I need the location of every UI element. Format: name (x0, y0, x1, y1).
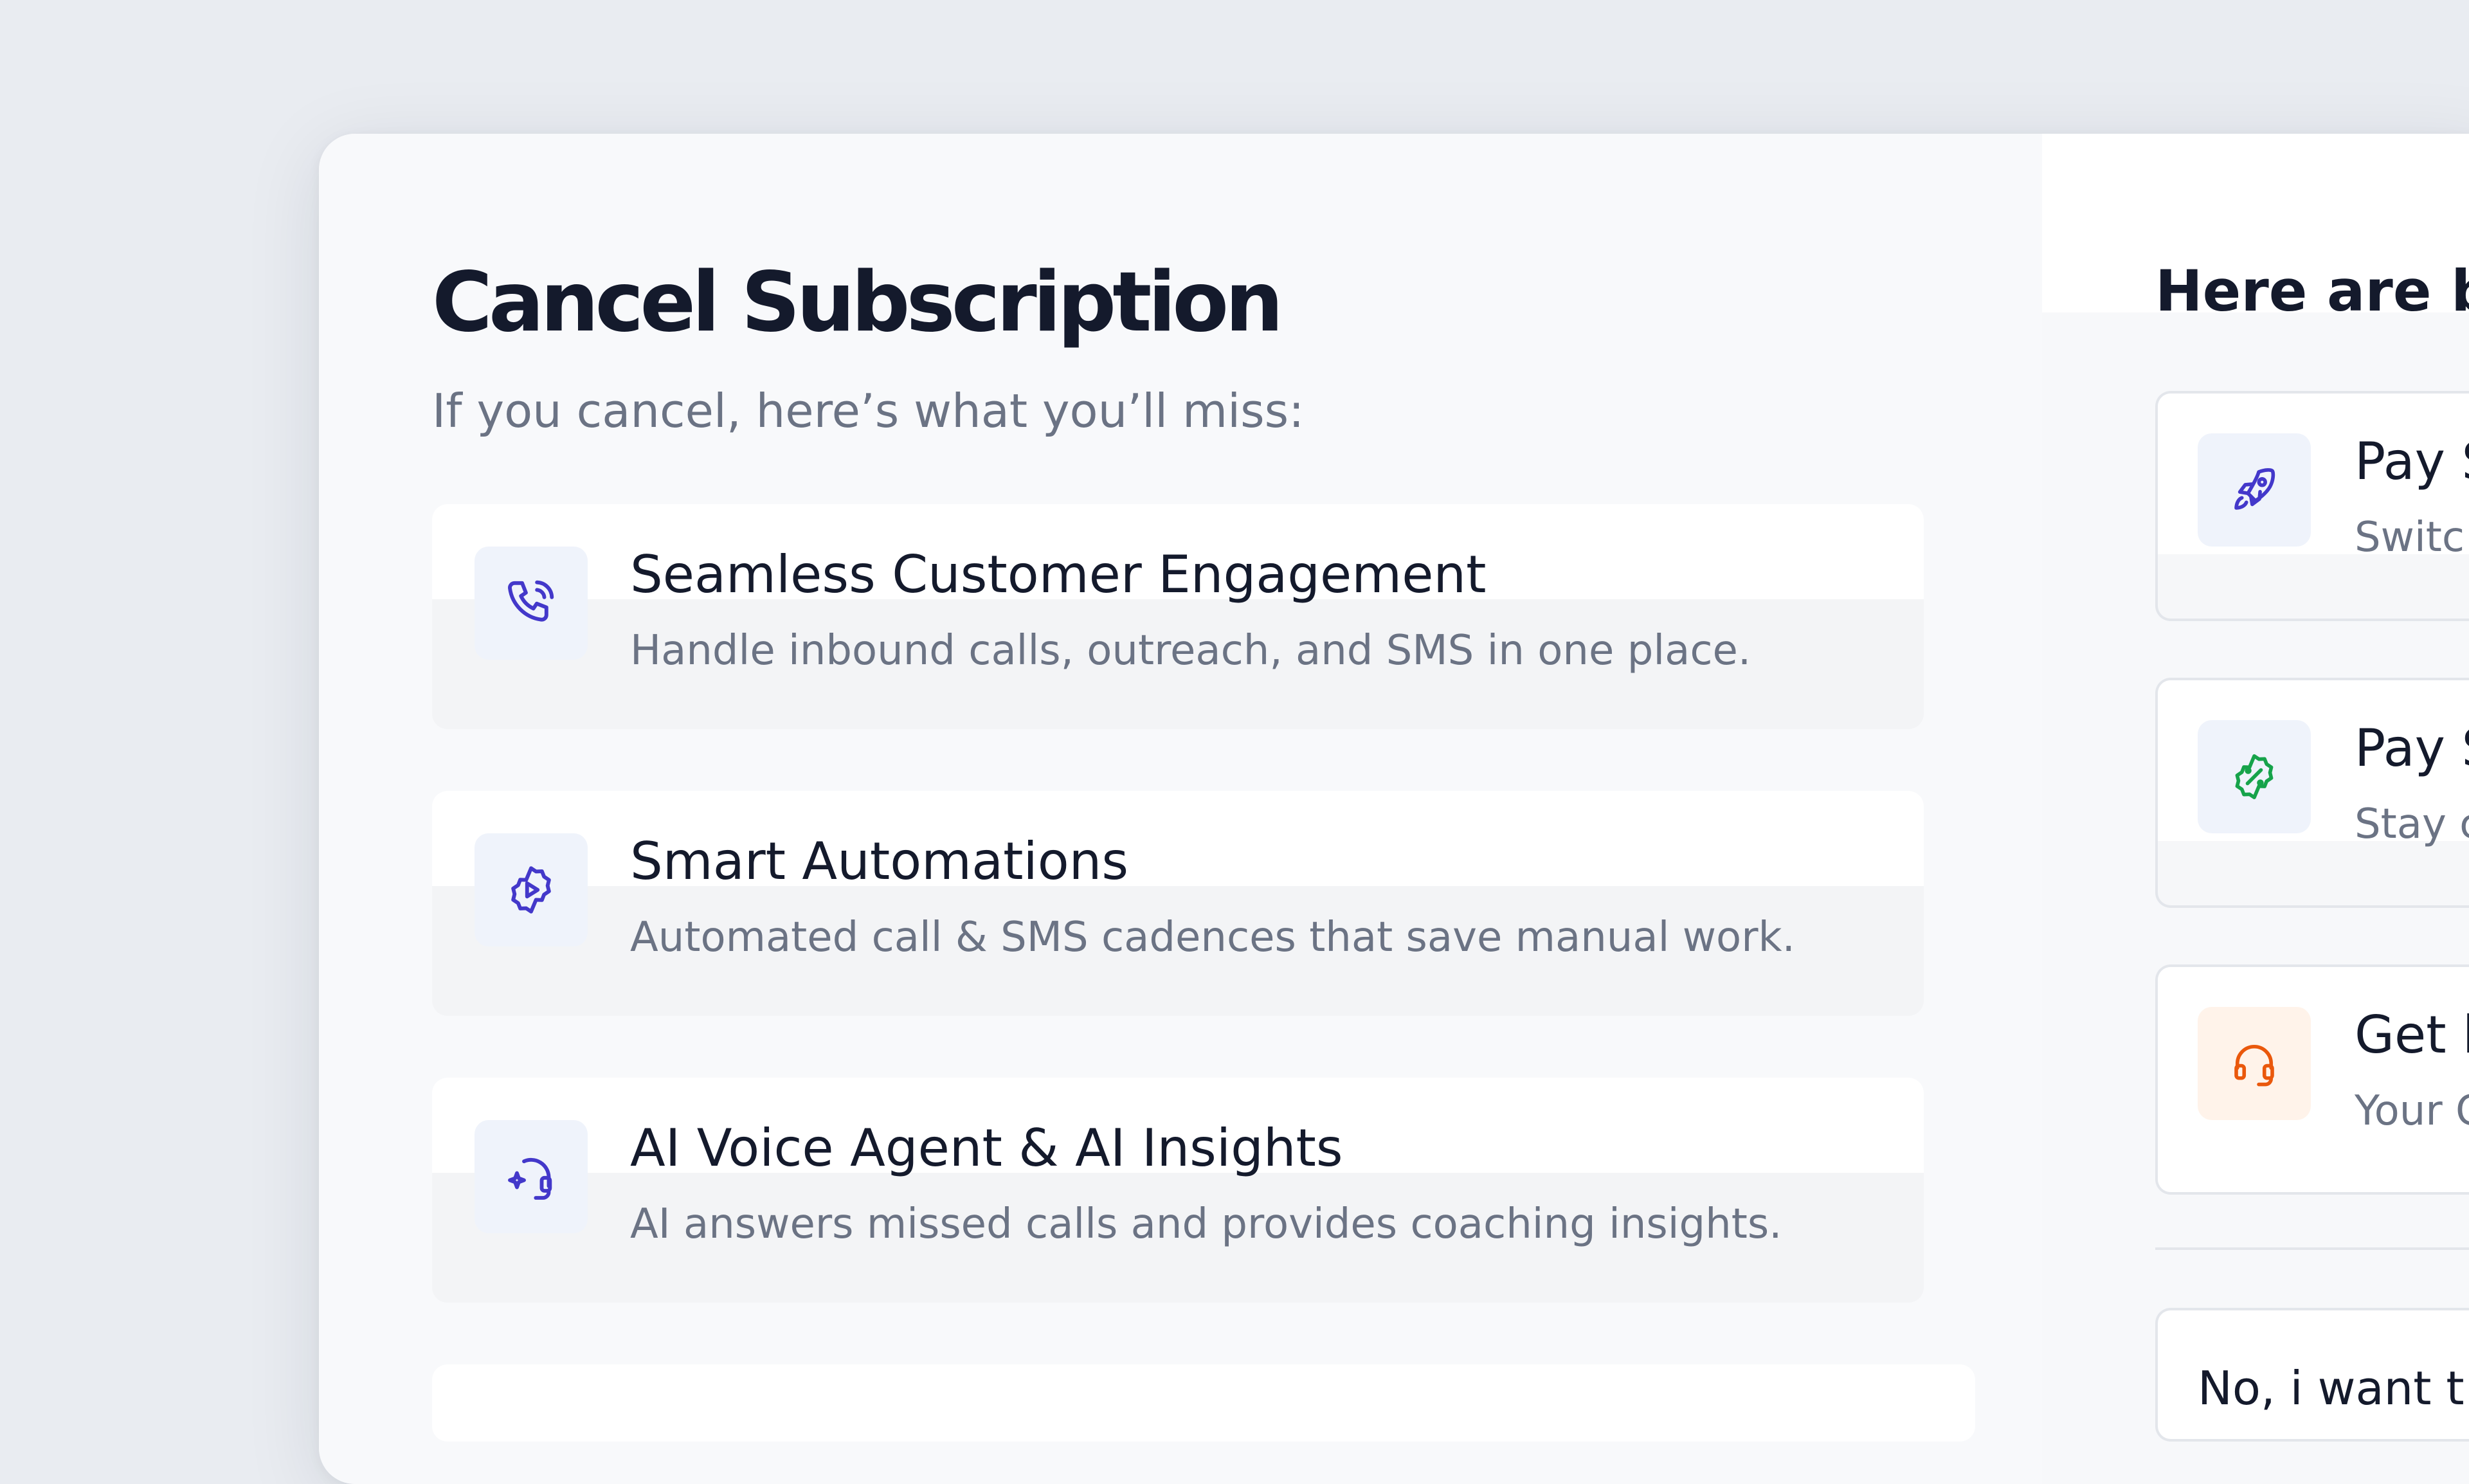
offers-divider (2155, 1247, 2469, 1250)
offer-card-pay[interactable]: Pay S Switc (2155, 391, 2469, 621)
offer-card-help[interactable]: Get h Your C (2155, 964, 2469, 1195)
feature-description: Automated call & SMS cadences that save … (630, 914, 1795, 961)
offer-description: Stay c (2355, 801, 2469, 848)
gear-play-icon (475, 833, 588, 946)
phone-call-icon (475, 547, 588, 660)
feature-description: AI answers missed calls and provides coa… (630, 1200, 1782, 1248)
rocket-icon (2198, 433, 2311, 547)
page-subtitle: If you cancel, here’s what you’ll miss: (432, 384, 1305, 438)
feature-card-ai-voice: AI Voice Agent & AI Insights AI answers … (432, 1078, 1924, 1303)
feature-title: Seamless Customer Engagement (630, 545, 1487, 604)
headset-sparkle-icon (475, 1120, 588, 1233)
feature-title: AI Voice Agent & AI Insights (630, 1118, 1343, 1178)
offer-title: Get h (2355, 1005, 2469, 1065)
offers-heading: Here are be (2155, 258, 2469, 324)
offer-title: Pay S (2355, 431, 2469, 491)
feature-card-partial (432, 1364, 1975, 1442)
offer-title: Pay S (2355, 718, 2469, 778)
feature-description: Handle inbound calls, outreach, and SMS … (630, 627, 1751, 674)
decline-offers-button[interactable]: No, i want t (2155, 1308, 2469, 1442)
offer-description: Your C (2355, 1087, 2469, 1135)
feature-card-engagement: Seamless Customer Engagement Handle inbo… (432, 504, 1924, 729)
feature-title: Smart Automations (630, 831, 1129, 891)
offer-description: Switc (2355, 514, 2465, 561)
decline-button-label: No, i want t (2198, 1361, 2464, 1415)
headset-icon (2198, 1007, 2311, 1120)
discount-badge-icon (2198, 720, 2311, 833)
offer-card-discount[interactable]: Pay S Stay c (2155, 678, 2469, 908)
feature-card-automations: Smart Automations Automated call & SMS c… (432, 791, 1924, 1016)
page-title: Cancel Subscription (432, 255, 1283, 350)
